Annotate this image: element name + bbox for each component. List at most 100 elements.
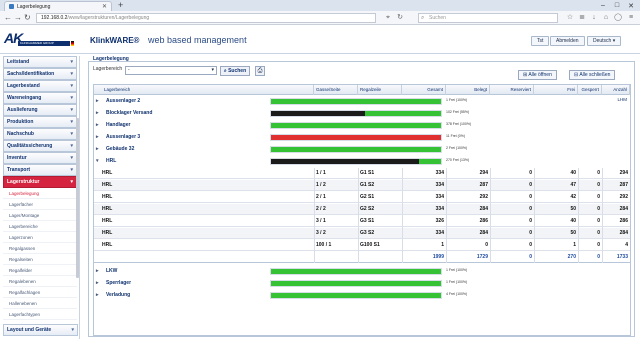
forward-icon[interactable]: →	[14, 13, 22, 23]
home-icon[interactable]: ⌂	[602, 14, 610, 22]
storage-group-row[interactable]: ▸ Blocklager Versand 102 Frei (55%)	[94, 108, 630, 119]
table-row[interactable]: HRL 2 / 2 G2 S2 334 284 0 50 0 284	[94, 204, 630, 215]
bookmarks-icon[interactable]: ≣	[578, 14, 586, 22]
sidebar-item-nachschub[interactable]: Nachschub ▾	[3, 128, 77, 140]
sidebar-subitem[interactable]: Regalfelder	[3, 265, 77, 276]
chat-icon[interactable]: ◯	[614, 14, 622, 22]
chevron-right-icon[interactable]: ▸	[96, 98, 99, 104]
column-header[interactable]: Lagerbereich	[102, 85, 314, 95]
column-header[interactable]: Gesperrt	[578, 85, 602, 95]
sidebar-subitem[interactable]: Lager/Montage	[3, 210, 77, 221]
sidebar-item-wareneingang[interactable]: Wareneingang ▾	[3, 92, 77, 104]
sidebar-subitem[interactable]: Lagerfachtypen	[3, 309, 77, 320]
sidebar-item-lagerbestand[interactable]: Lagerbestand ▾	[3, 80, 77, 92]
table-row[interactable]: HRL 2 / 1 G2 S1 334 292 0 42 0 292	[94, 192, 630, 203]
chevron-right-icon[interactable]: ▸	[96, 280, 99, 286]
sidebar-scrollbar[interactable]	[76, 118, 79, 278]
sidebar-subitem[interactable]: Lagerfächer	[3, 199, 77, 210]
chevron-right-icon[interactable]: ▸	[96, 110, 99, 116]
table-cell-blocked: 0	[597, 242, 600, 248]
chevron-right-icon[interactable]: ▸	[96, 292, 99, 298]
browser-tab[interactable]: Lagerbelegung ✕	[4, 1, 112, 11]
sidebar-subitem[interactable]: Regalseiten	[3, 254, 77, 265]
chevron-down-icon: ▾	[70, 131, 73, 137]
minimize-icon[interactable]: –	[596, 0, 610, 11]
table-row[interactable]: HRL 100 / 1 G100 S1 1 0 0 1 0 4	[94, 240, 630, 251]
table-row[interactable]: HRL 1 / 1 G1 S1 334 294 0 40 0 294	[94, 168, 630, 179]
collapse-all-button[interactable]: ⊟ Alle schließen	[569, 70, 616, 80]
sidebar-subitem[interactable]: Lagerbereiche	[3, 221, 77, 232]
storage-area-select[interactable]: - ▾	[125, 66, 217, 75]
column-header[interactable]: Reserviert	[490, 85, 534, 95]
table-row[interactable]: HRL 1 / 2 G1 S2 334 287 0 47 0 287	[94, 180, 630, 191]
storage-group-row[interactable]: ▸ Handlager 378 Frei (100%)	[94, 120, 630, 131]
column-header[interactable]: Frei	[534, 85, 578, 95]
search-button[interactable]: ⌕ Suchen	[220, 66, 250, 76]
chevron-right-icon[interactable]: ▸	[96, 268, 99, 274]
chevron-right-icon[interactable]: ▸	[96, 146, 99, 152]
storage-group-row[interactable]: ▸ Aussenlager 3 11 Frei (0%)	[94, 132, 630, 143]
sidebar-item-produktion[interactable]: Produktion ▾	[3, 116, 77, 128]
sidebar-subitem[interactable]: Hallenebenen	[3, 298, 77, 309]
chevron-right-icon[interactable]: ▸	[96, 134, 99, 140]
address-bar: ← → ↻ 192.168.0.2/www/lagerstrukturen/La…	[0, 11, 640, 25]
column-header[interactable]: Anzahl LHM	[602, 85, 630, 102]
reader-view-icon[interactable]: ⌖	[384, 14, 392, 22]
column-divider	[534, 168, 535, 263]
sidebar-subitem[interactable]: Regalgassen	[3, 243, 77, 254]
sidebar-item-inventur[interactable]: Inventur ▾	[3, 152, 77, 164]
table-cell-blocked: 0	[597, 170, 600, 176]
back-icon[interactable]: ←	[4, 13, 12, 23]
column-header[interactable]: Gesamt	[402, 85, 446, 95]
language-select[interactable]: Deutsch ▾	[587, 36, 622, 46]
maximize-icon[interactable]: □	[610, 0, 624, 11]
url-path: /www/lagerstrukturen/Lagerbelegung	[67, 15, 150, 21]
sidebar-subitem[interactable]: Regalfachlagen	[3, 287, 77, 298]
new-tab-icon[interactable]: +	[118, 1, 123, 10]
sidebar-item-transport[interactable]: Transport ▾	[3, 164, 77, 176]
sidebar-item-layout[interactable]: Layout und Geräte ▾	[3, 324, 78, 336]
sidebar-item-label: Inventur	[7, 155, 27, 161]
table-cell-free: 40	[570, 218, 576, 224]
occupancy-bar	[270, 268, 442, 275]
print-button[interactable]: ⎙	[255, 66, 265, 76]
menu-icon[interactable]: ≡	[627, 14, 635, 22]
download-icon[interactable]: ↓	[590, 14, 598, 22]
sidebar-subitem[interactable]: Lagerbelegung	[3, 188, 77, 199]
window-close-icon[interactable]: ✕	[624, 0, 638, 11]
storage-group-row[interactable]: ▸ LKW 1 Frei (100%)	[94, 266, 630, 277]
page-favicon-icon	[9, 4, 14, 9]
storage-group-row[interactable]: ▸ Aussenlager 2 1 Frei (100%)	[94, 96, 630, 107]
storage-group-row[interactable]: ▸ Gebäude 32 2 Frei (100%)	[94, 144, 630, 155]
sidebar-item-qualitaetssicherung[interactable]: Qualitätssicherung ▾	[3, 140, 77, 152]
sidebar-item-leitstand[interactable]: Leitstand ▾	[3, 56, 77, 68]
expand-all-button[interactable]: ⊞ Alle öffnen	[518, 70, 557, 80]
storage-group-row[interactable]: ▸ Sperrlager 1 Frei (100%)	[94, 278, 630, 289]
user-button[interactable]: Tst	[531, 36, 550, 46]
table-row[interactable]: HRL 3 / 2 G3 S2 334 284 0 50 0 284	[94, 228, 630, 239]
reload-page-icon[interactable]: ↻	[396, 14, 404, 22]
close-tab-icon[interactable]: ✕	[102, 3, 107, 10]
sidebar-item-label: Auslieferung	[7, 107, 38, 113]
sidebar-subitem[interactable]: Lagerzonen	[3, 232, 77, 243]
bookmark-star-icon[interactable]: ☆	[566, 14, 574, 22]
storage-group-row[interactable]: ▾ HRL 270 Frei (13%)	[94, 156, 630, 167]
column-header[interactable]: Regalzeile	[358, 85, 402, 95]
sidebar-item-sachs-identifikation[interactable]: Sachs/Identifikation ▾	[3, 68, 77, 80]
occupancy-bar-fill	[271, 159, 419, 164]
column-header[interactable]: Belegt	[446, 85, 490, 95]
sidebar-subitem[interactable]: Regalebenen	[3, 276, 77, 287]
chevron-right-icon[interactable]: ▸	[96, 122, 99, 128]
reload-icon[interactable]: ↻	[24, 13, 31, 23]
sidebar-item-auslieferung[interactable]: Auslieferung ▾	[3, 104, 77, 116]
column-header[interactable]: Gasse/Seite	[314, 85, 358, 95]
chevron-down-icon: ▾	[70, 83, 73, 89]
sidebar-item-lagerstruktur[interactable]: Lagerstruktur ▾	[3, 176, 77, 188]
table-row[interactable]: HRL 3 / 1 G3 S1 326 286 0 40 0 286	[94, 216, 630, 227]
logout-button[interactable]: Abmelden	[550, 36, 585, 46]
browser-search-input[interactable]: ⌕ Suchen	[418, 13, 558, 23]
storage-group-row[interactable]: ▸ Verladung 4 Frei (100%)	[94, 290, 630, 301]
url-field[interactable]: 192.168.0.2/www/lagerstrukturen/Lagerbel…	[36, 13, 376, 23]
chevron-down-icon[interactable]: ▾	[96, 158, 99, 164]
occupancy-bar-fill	[271, 147, 441, 152]
